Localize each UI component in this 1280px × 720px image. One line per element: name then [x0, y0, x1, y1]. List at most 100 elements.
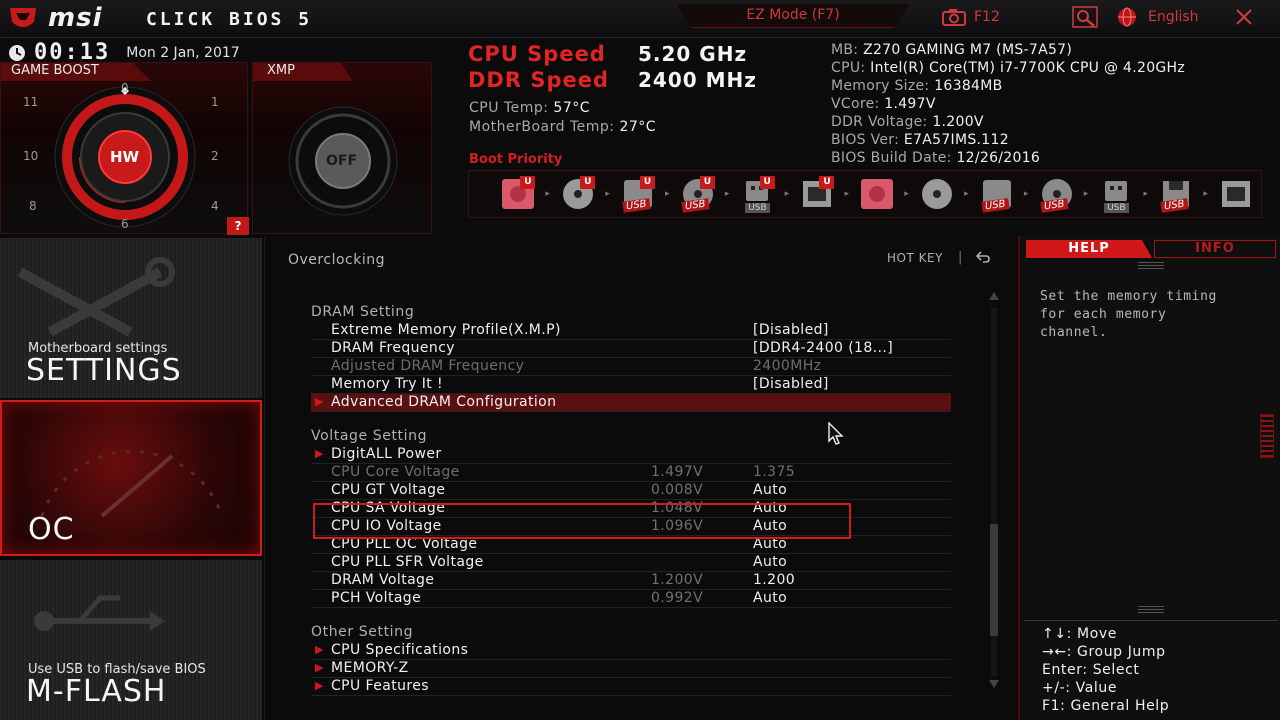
boot-device-optical-icon[interactable]: U [553, 174, 603, 214]
boot-device-usb-cd-icon[interactable]: USB [1031, 174, 1081, 214]
boot-device-usb-cd-icon[interactable]: U USB [672, 174, 722, 214]
boot-device-optical-icon[interactable] [912, 174, 962, 214]
row-value: Auto [753, 482, 788, 498]
key-legend-row: →←: Group Jump [1042, 644, 1166, 660]
info-label: BIOS Ver: [831, 132, 900, 148]
speedometer-icon [40, 449, 224, 518]
side-expand-handle[interactable] [1260, 414, 1274, 458]
row-current: 1.096V [651, 518, 704, 534]
boot-device-usb-key-icon[interactable]: USB [1091, 174, 1141, 214]
nav-mflash[interactable]: Use USB to flash/save BIOS M-FLASH [0, 560, 262, 720]
product-name: CLICK BIOS 5 [146, 9, 313, 30]
key-legend: ↑↓: Move →←: Group Jump Enter: Select +/… [1042, 626, 1169, 716]
mb-temp-value: 27°C [619, 119, 657, 135]
scrollbar[interactable] [987, 292, 1001, 692]
row-label: Memory Try It ! [331, 376, 444, 392]
info-row: VCore: 1.497V [831, 96, 1185, 114]
info-value: Z270 GAMING M7 (MS-7A57) [863, 42, 1073, 58]
menu-row[interactable]: CPU IO Voltage 1.096V Auto [311, 518, 951, 536]
language-button[interactable]: English [1116, 6, 1199, 28]
tools-icon [17, 257, 175, 337]
ddr-speed-row: DDR Speed 2400 MHz [468, 68, 757, 94]
menu-row[interactable]: Memory Try It ! [Disabled] [311, 376, 951, 394]
row-current: 1.048V [651, 500, 704, 516]
boot-device-usb-hdd-icon[interactable]: U USB [613, 174, 663, 214]
search-icon[interactable] [1072, 6, 1100, 30]
screenshot-key-label: F12 [974, 9, 1000, 25]
boot-device-network-icon[interactable] [1211, 174, 1261, 214]
help-button[interactable]: ? [227, 217, 249, 235]
row-label: DRAM Voltage [331, 572, 435, 588]
dial-number: 8 [29, 199, 37, 213]
boot-arrow-icon: ▸ [1083, 189, 1089, 199]
screenshot-button[interactable]: F12 [942, 8, 1000, 26]
menu-row[interactable]: CPU PLL SFR Voltage Auto [311, 554, 951, 572]
submenu-arrow-icon: ▶ [315, 679, 324, 692]
nav-oc[interactable]: OC [0, 400, 262, 556]
menu-row[interactable]: ▶ MEMORY-Z [311, 660, 951, 678]
panel-grip-top[interactable] [1138, 262, 1164, 270]
date: Mon 2 Jan, 2017 [126, 44, 240, 61]
scroll-thumb[interactable] [990, 524, 998, 636]
row-label: DRAM Frequency [331, 340, 455, 356]
xmp-panel[interactable]: XMP OFF [252, 62, 432, 234]
menu-row[interactable]: CPU PLL OC Voltage Auto [311, 536, 951, 554]
row-value: Auto [753, 536, 788, 552]
menu-row[interactable]: CPU GT Voltage 0.008V Auto [311, 482, 951, 500]
hotkey-button[interactable]: HOT KEY [887, 251, 943, 265]
close-icon[interactable] [1234, 7, 1254, 27]
ddr-speed-label: DDR Speed [468, 68, 610, 92]
tab-help[interactable]: HELP [1026, 240, 1152, 258]
boot-arrow-icon: ▸ [1023, 189, 1029, 199]
submenu-arrow-icon: ▶ [315, 447, 324, 460]
row-value: 1.375 [753, 464, 796, 480]
boot-device-usb-key-icon[interactable]: U USB [732, 174, 782, 214]
menu-row[interactable]: ▶ CPU Features [311, 678, 951, 696]
submenu-arrow-icon: ▶ [315, 395, 324, 408]
ez-mode-button[interactable]: EZ Mode (F7) [676, 4, 910, 28]
info-value: 12/26/2016 [956, 150, 1041, 166]
submenu-arrow-icon: ▶ [315, 643, 324, 656]
panel-grip-bottom[interactable] [1138, 606, 1164, 614]
msi-dragon-logo-icon [10, 8, 36, 27]
cpu-speed-row: CPU Speed 5.20 GHz [468, 42, 757, 68]
nav-settings[interactable]: Motherboard settings SETTINGS [0, 238, 262, 398]
dial-number: 6 [121, 217, 129, 231]
menu-row-selected[interactable]: ▶ Advanced DRAM Configuration [311, 394, 951, 412]
menu-row[interactable]: CPU SA Voltage 1.048V Auto [311, 500, 951, 518]
row-label: CPU IO Voltage [331, 518, 442, 534]
boot-device-network-icon[interactable]: U [792, 174, 842, 214]
speed-block: CPU Speed 5.20 GHz DDR Speed 2400 MHz [468, 42, 757, 94]
boot-device-usb-hdd-icon[interactable]: USB [972, 174, 1022, 214]
info-value: E7A57IMS.112 [903, 132, 1009, 148]
info-label: BIOS Build Date: [831, 150, 952, 166]
boot-device-hdd-icon[interactable] [852, 174, 902, 214]
scroll-down-icon[interactable] [989, 680, 999, 688]
boot-device-usb-floppy-icon[interactable]: USB [1151, 174, 1201, 214]
uefi-badge: U [699, 176, 715, 189]
boot-arrow-icon: ▸ [964, 189, 969, 199]
dial-number: 0 [121, 81, 129, 95]
menu-row[interactable]: DRAM Voltage 1.200V 1.200 [311, 572, 951, 590]
boot-device-hdd-icon[interactable]: U [493, 174, 543, 214]
info-label: VCore: [831, 96, 880, 112]
scroll-up-icon[interactable] [989, 292, 999, 300]
camera-icon [942, 9, 966, 26]
menu-row[interactable]: PCH Voltage 0.992V Auto [311, 590, 951, 608]
row-value: [DDR4-2400 (18...] [753, 340, 894, 356]
menu-row[interactable]: ▶ DigitALL Power [311, 446, 951, 464]
menu-row[interactable]: DRAM Frequency [DDR4-2400 (18...] [311, 340, 951, 358]
menu-row[interactable]: ▶ CPU Specifications [311, 642, 951, 660]
info-row: Memory Size: 16384MB [831, 78, 1185, 96]
menu-row[interactable]: Extreme Memory Profile(X.M.P) [Disabled] [311, 322, 951, 340]
info-row: MB: Z270 GAMING M7 (MS-7A57) [831, 42, 1185, 60]
row-current: 1.497V [651, 464, 704, 480]
row-label: Adjusted DRAM Frequency [331, 358, 525, 374]
row-label: CPU GT Voltage [331, 482, 446, 498]
uefi-badge: U [759, 176, 775, 189]
back-icon[interactable] [976, 250, 990, 264]
game-boost-panel[interactable]: GAME BOOST 0 1 2 4 6 8 10 11 HW ? [0, 62, 249, 235]
tab-info[interactable]: INFO [1154, 240, 1276, 258]
boot-priority-bar: U ▸ U ▸ U USB ▸ U USB ▸ U USB ▸ U ▸ ▸ ▸ … [468, 170, 1262, 218]
